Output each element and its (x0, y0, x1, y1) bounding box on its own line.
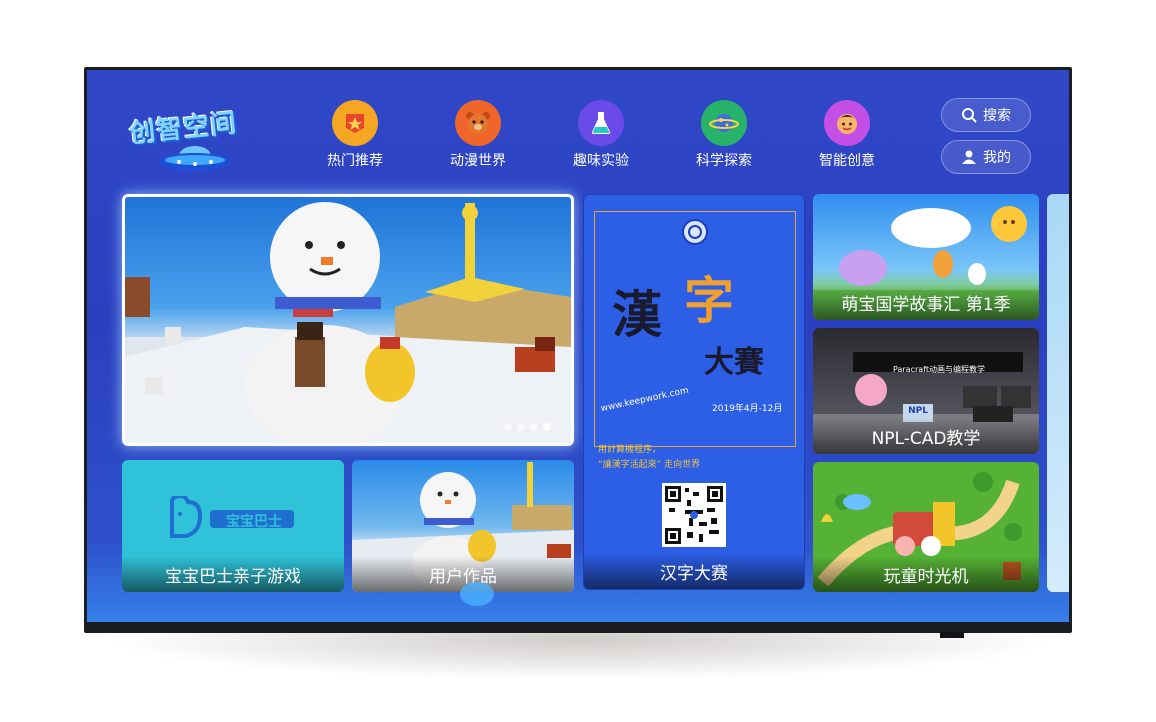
next-column-peek[interactable] (1047, 194, 1069, 592)
carousel-dot-active[interactable] (543, 423, 551, 431)
nav-label: 热门推荐 (327, 153, 383, 169)
card-user-works[interactable]: 用户作品 (352, 460, 574, 592)
hero-scene-image (125, 202, 571, 443)
search-label: 搜索 (983, 108, 1011, 124)
nav-item-anime[interactable]: 动漫世界 (433, 100, 523, 170)
nav-item-experiment[interactable]: 趣味实验 (556, 100, 646, 170)
card-label: NPL-CAD教学 (813, 418, 1039, 454)
nav-label: 智能创意 (819, 153, 875, 169)
bear-icon (455, 100, 501, 146)
focus-indicator (460, 582, 494, 606)
card-time-machine[interactable]: 玩童时光机 (813, 462, 1039, 592)
search-button[interactable]: 搜索 (941, 98, 1031, 132)
card-npl-cad[interactable]: Paracraft动画与编程教学 NPL NPL-CAD教学 (813, 328, 1039, 454)
tv-frame: 创智空间 热门推荐 动漫世界 趣味实验 科学探索 智能创意 搜索 我的 宝宝巴士… (84, 67, 1072, 633)
tv-screen: 创智空间 热门推荐 动漫世界 趣味实验 科学探索 智能创意 搜索 我的 宝宝巴士… (87, 70, 1069, 622)
poster-title-dasai: 大賽 (704, 345, 764, 380)
app-logo[interactable]: 创智空间 (127, 100, 263, 180)
nav-label: 动漫世界 (450, 153, 506, 169)
nav-label: 科学探索 (696, 153, 752, 169)
profile-button[interactable]: 我的 (941, 140, 1031, 174)
card-label: 玩童时光机 (813, 556, 1039, 592)
qr-code (662, 483, 726, 547)
carousel-dot[interactable] (517, 423, 525, 431)
planet-icon (701, 100, 747, 146)
tv-stand (940, 632, 964, 638)
carousel-dot[interactable] (504, 423, 512, 431)
babybus-logo-text: 宝宝巴士 (226, 514, 282, 530)
profile-label: 我的 (983, 150, 1011, 166)
card-label: 汉字大赛 (584, 553, 804, 589)
poster-date: 2019年4月-12月 (712, 404, 783, 414)
card-hanzi-contest[interactable]: 漢 字 大賽 www.keepwork.com 2019年4月-12月 用計算機… (583, 194, 805, 590)
poster-subtitle-line2: “讓漢字活起來” 走向世界 (598, 460, 701, 470)
nav-item-hot[interactable]: 热门推荐 (310, 100, 400, 170)
contest-emblem-icon (682, 219, 708, 245)
search-icon (962, 108, 977, 123)
card-babybus[interactable]: 宝宝巴士 宝宝巴士亲子游戏 (122, 460, 344, 592)
user-icon (962, 150, 976, 164)
face-icon (824, 100, 870, 146)
carousel-dot[interactable] (530, 423, 538, 431)
npl-sign-text: NPL (908, 406, 928, 416)
poster-title-zi: 字 (684, 272, 734, 330)
nav-label: 趣味实验 (573, 153, 629, 169)
flask-icon (578, 100, 624, 146)
npl-banner-text: Paracraft动画与编程教学 (893, 365, 985, 374)
card-mengbao-stories[interactable]: 萌宝国学故事汇 第1季 (813, 194, 1039, 320)
nav-item-creative[interactable]: 智能创意 (802, 100, 892, 170)
nav-item-science[interactable]: 科学探索 (679, 100, 769, 170)
poster-subtitle-line1: 用計算機程序， (598, 445, 662, 455)
carousel-indicator (504, 423, 551, 431)
ufo-icon (159, 146, 231, 171)
poster-title-han: 漢 (612, 286, 662, 344)
star-icon (332, 100, 378, 146)
hero-carousel-card[interactable] (122, 194, 574, 446)
card-label: 宝宝巴士亲子游戏 (122, 556, 344, 592)
poster-subtitle: 用計算機程序， “讓漢字活起來” 走向世界 (598, 443, 794, 473)
card-label: 萌宝国学故事汇 第1季 (813, 284, 1039, 320)
